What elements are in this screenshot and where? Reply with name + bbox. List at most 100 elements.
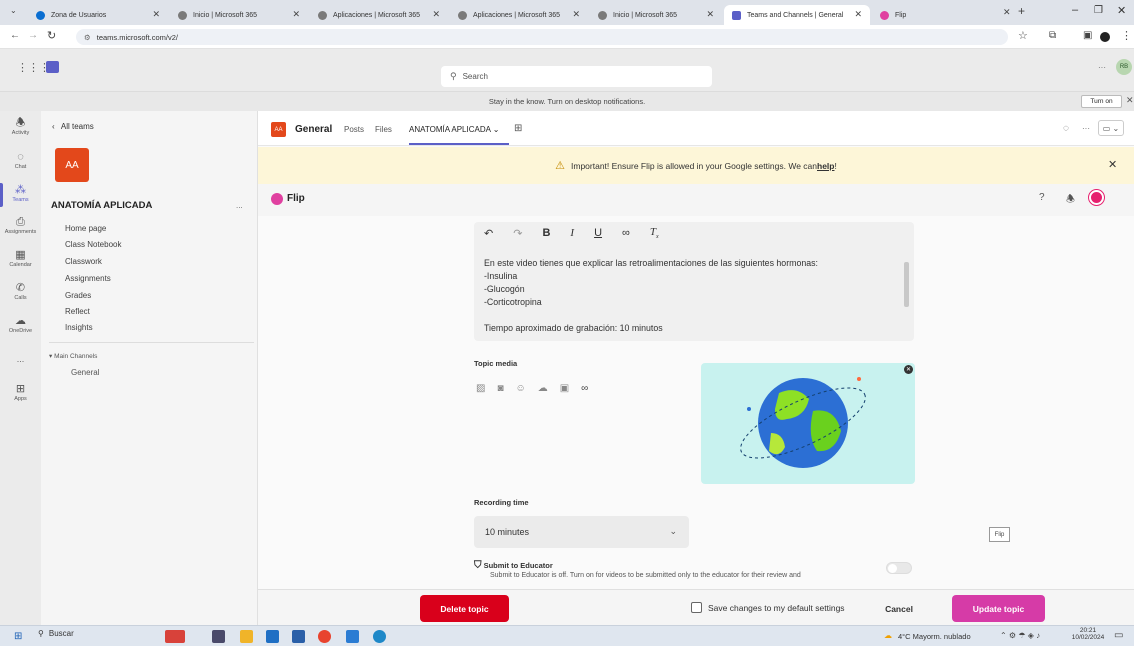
restore-icon[interactable]: ❐ [1094,5,1103,16]
widget-icon[interactable] [165,630,185,643]
close-tab-icon[interactable]: ✕ [1003,7,1011,18]
close-tab-icon[interactable]: ✕ [706,9,714,20]
more-options-icon[interactable]: ··· [1082,124,1090,133]
reload-icon[interactable]: ↻ [47,29,56,42]
add-tab-icon[interactable]: ⊞ [514,123,522,134]
bold-icon[interactable]: B [542,227,550,239]
url-field[interactable]: ⚙ teams.microsoft.com/v2/ [76,29,1008,45]
forward-icon[interactable]: → [28,30,38,41]
rail-activity[interactable]: 🕭 Activity [0,117,41,147]
profile-icon[interactable] [1100,32,1110,42]
rail-chat[interactable]: ◌ Chat [0,151,41,181]
redo-icon[interactable]: ↷ [513,227,522,240]
link-icon[interactable]: ∞ [622,227,630,239]
notification-bell-icon[interactable]: 🕭 [1066,192,1075,209]
rail-assignments[interactable]: ⎙ Assignments [0,216,41,246]
close-window-icon[interactable]: ✕ [1117,4,1126,17]
taskbar-search[interactable]: ⚲ Buscar [38,629,74,638]
tab-files[interactable]: Files [375,125,392,134]
underline-icon[interactable]: U [594,227,602,239]
sidebar-item-class-notebook[interactable]: Class Notebook [65,240,121,249]
rail-calls[interactable]: ✆ Calls [0,282,41,312]
tab-posts[interactable]: Posts [344,125,364,134]
undo-icon[interactable]: ↶ [484,227,493,240]
close-warning-icon[interactable]: ✕ [1108,158,1117,171]
edge-icon[interactable] [373,630,386,643]
sidebar-item-insights[interactable]: Insights [65,323,93,332]
meet-button[interactable]: ▭ ⌄ [1098,120,1124,136]
upload-icon[interactable]: ☁ [538,383,548,394]
store-icon[interactable] [266,630,279,643]
rail-more[interactable]: ... [0,354,41,384]
weather-text[interactable]: 4°C Mayorm. nublado [898,632,971,641]
sidepanel-icon[interactable]: ▣ [1083,30,1092,41]
windows-start-icon[interactable]: ⊞ [14,631,22,642]
clock[interactable]: 20:21 10/02/2024 [1070,627,1106,641]
browser-tab[interactable]: Zona de Usuarios ✕ [28,5,168,25]
gif-icon[interactable]: ◙ [497,383,503,394]
close-tab-icon[interactable]: ✕ [572,9,580,20]
cancel-button[interactable]: Cancel [870,595,928,622]
rail-apps[interactable]: ⊞ Apps [0,383,41,413]
sidebar-item-reflect[interactable]: Reflect [65,307,90,316]
sidebar-item-classwork[interactable]: Classwork [65,257,102,266]
sidebar-item-assignments[interactable]: Assignments [65,274,111,283]
dismiss-banner-icon[interactable]: ✕ [1126,95,1134,106]
browser-menu-icon[interactable]: ⋮ [1121,29,1132,42]
team-more-options[interactable]: ... [236,201,243,210]
description-editor[interactable]: ↶ ↷ B I U ∞ Tx En este video tienes que … [474,222,914,341]
tab-anatomia-aplicada[interactable]: ANATOMÍA APLICADA ⌄ [409,125,499,134]
extensions-icon[interactable]: ⧉ [1049,30,1056,41]
clear-format-icon[interactable]: Tx [650,226,659,240]
browser-tab-active[interactable]: Teams and Channels | General ✕ [724,5,870,25]
sidebar-item-grades[interactable]: Grades [65,291,91,300]
browser-tab[interactable]: Inicio | Microsoft 365 ✕ [590,5,722,25]
more-options-icon[interactable]: ··· [1098,63,1106,72]
close-tab-icon[interactable]: ✕ [854,9,862,20]
search-box[interactable]: ⚲ Search [441,66,712,87]
main-channels-header[interactable]: ▾ Main Channels [49,352,97,360]
bookmark-star-icon[interactable]: ☆ [1018,29,1028,42]
conversation-icon[interactable]: ◌ [1063,123,1069,134]
flip-profile-icon[interactable] [1089,190,1104,205]
system-tray-icons[interactable]: ⌃ ⚙ ☂ ◈ ♪ [1000,631,1040,640]
browser-tab[interactable]: Inicio | Microsoft 365 ✕ [170,5,308,25]
rail-teams[interactable]: ⁂ Teams [0,184,41,214]
all-teams-link[interactable]: ‹ All teams [52,122,94,131]
description-text[interactable]: En este video tienes que explicar las re… [484,257,904,335]
site-info-icon[interactable]: ⚙ [84,33,91,42]
help-link[interactable]: help [817,161,834,171]
italic-icon[interactable]: I [570,227,574,239]
close-tab-icon[interactable]: ✕ [432,9,440,20]
save-default-checkbox[interactable] [691,602,702,613]
rail-onedrive[interactable]: ☁ OneDrive [0,315,41,345]
chrome-icon[interactable] [318,630,331,643]
tab-list-icon[interactable]: ⌄ [10,6,17,15]
turn-on-notifications-button[interactable]: Turn on [1081,95,1122,108]
minimize-icon[interactable]: – [1072,4,1078,16]
back-icon[interactable]: ← [10,30,20,41]
user-avatar[interactable]: RB [1116,59,1132,75]
video-icon[interactable]: ▣ [560,383,569,394]
file-explorer-icon[interactable] [240,630,253,643]
emoji-icon[interactable]: ☺ [516,383,526,394]
close-tab-icon[interactable]: ✕ [152,9,160,20]
task-view-icon[interactable] [212,630,225,643]
browser-tab[interactable]: Aplicaciones | Microsoft 365 ✕ [310,5,448,25]
delete-topic-button[interactable]: Delete topic [420,595,509,622]
remove-media-icon[interactable]: ✕ [904,365,913,374]
image-icon[interactable]: ▨ [476,383,485,394]
channel-general[interactable]: General [71,368,99,377]
rail-calendar[interactable]: ▦ Calendar [0,249,41,279]
browser-tab[interactable]: Flip [872,5,1002,25]
help-icon[interactable]: ? [1039,192,1045,203]
close-tab-icon[interactable]: ✕ [292,9,300,20]
browser-tab[interactable]: Aplicaciones | Microsoft 365 ✕ [450,5,588,25]
update-topic-button[interactable]: Update topic [952,595,1045,622]
attach-link-icon[interactable]: ∞ [581,383,588,394]
editor-scrollbar[interactable] [904,262,909,307]
word-icon[interactable] [346,630,359,643]
new-tab-icon[interactable]: + [1018,4,1025,18]
mail-icon[interactable] [292,630,305,643]
recording-time-select[interactable]: 10 minutes ⌄ [474,516,689,548]
